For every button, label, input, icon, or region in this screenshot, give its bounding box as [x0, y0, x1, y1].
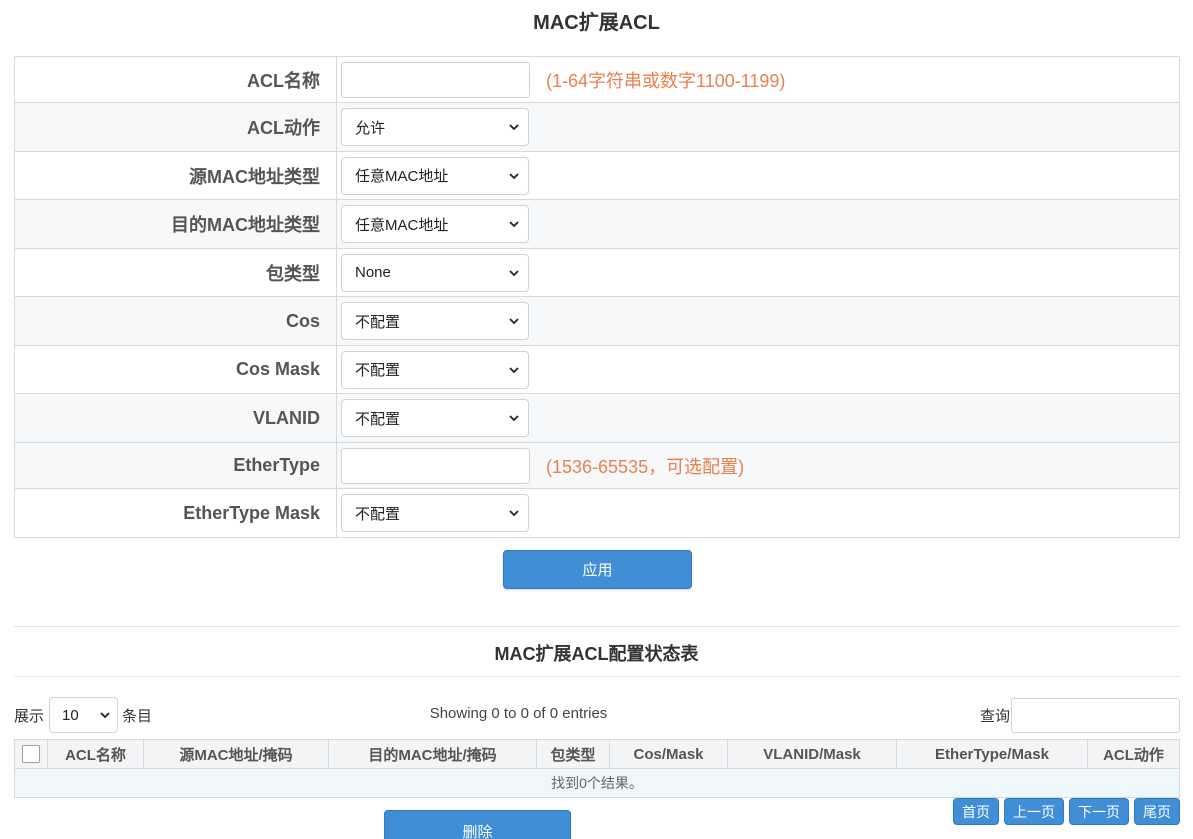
select-all-checkbox[interactable]	[22, 745, 40, 764]
cos-value: 不配置	[355, 313, 401, 331]
col-ethertype-mask[interactable]: EtherType/Mask	[896, 739, 1088, 769]
dst-mac-type-select[interactable]: 任意MAC地址	[341, 205, 529, 243]
row-src-mac-type: 源MAC地址类型 任意MAC地址	[14, 151, 1180, 200]
row-acl-name: ACL名称 (1-64字符串或数字1100-1199)	[14, 56, 1180, 103]
row-cos: Cos 不配置	[14, 296, 1180, 346]
cos-mask-value: 不配置	[355, 362, 401, 379]
ethertype-label: EtherType	[14, 442, 337, 489]
vlanid-value: 不配置	[355, 410, 401, 428]
acl-name-input[interactable]	[341, 61, 530, 98]
chevron-down-icon	[509, 124, 519, 131]
cos-label: Cos	[14, 296, 337, 346]
ethertype-mask-label: EtherType Mask	[14, 488, 337, 538]
col-acl-action[interactable]: ACL动作	[1087, 739, 1180, 769]
chevron-down-icon	[509, 366, 519, 373]
acl-status-table: ACL名称 源MAC地址/掩码 目的MAC地址/掩码 包类型 Cos/Mask …	[14, 739, 1180, 798]
ethertype-mask-value: 不配置	[355, 505, 401, 523]
row-dst-mac-type: 目的MAC地址类型 任意MAC地址	[14, 199, 1180, 249]
title-divider	[14, 676, 1180, 677]
search-label: 查询	[980, 708, 1011, 725]
chevron-down-icon	[509, 415, 519, 422]
ethertype-mask-select[interactable]: 不配置	[341, 494, 529, 532]
col-vlanid-mask[interactable]: VLANID/Mask	[727, 739, 897, 769]
first-page-button[interactable]: 首页	[953, 798, 999, 825]
status-table-title: MAC扩展ACL配置状态表	[494, 644, 699, 664]
col-packet-type[interactable]: 包类型	[536, 739, 610, 769]
pagination: 首页 上一页 下一页 尾页	[953, 798, 1180, 825]
cos-mask-label: Cos Mask	[14, 345, 337, 394]
packet-type-select[interactable]: None	[341, 253, 529, 292]
form-title: MAC扩展ACL	[533, 12, 660, 34]
src-mac-type-value: 任意MAC地址	[355, 168, 449, 185]
chevron-down-icon	[509, 269, 519, 276]
acl-action-value: 允许	[355, 119, 386, 137]
table-row: 找到0个结果。	[14, 768, 1180, 798]
packet-type-label: 包类型	[14, 248, 337, 297]
last-page-button[interactable]: 尾页	[1134, 798, 1180, 825]
acl-name-label: ACL名称	[14, 56, 337, 103]
chevron-down-icon	[509, 510, 519, 517]
section-divider	[14, 626, 1180, 627]
row-acl-action: ACL动作 允许	[14, 102, 1180, 152]
chevron-down-icon	[509, 318, 519, 325]
col-src-mac[interactable]: 源MAC地址/掩码	[143, 739, 329, 769]
chevron-down-icon	[509, 221, 519, 228]
acl-name-hint: (1-64字符串或数字1100-1199)	[546, 70, 786, 91]
apply-button[interactable]: 应用	[503, 550, 692, 589]
ethertype-input[interactable]	[341, 447, 530, 484]
vlanid-label: VLANID	[14, 393, 337, 443]
cos-mask-select[interactable]: 不配置	[341, 350, 529, 389]
packet-type-value: None	[355, 264, 391, 281]
row-cos-mask: Cos Mask 不配置	[14, 345, 1180, 394]
empty-message: 找到0个结果。	[14, 768, 1180, 798]
ethertype-hint: (1536-65535，可选配置)	[546, 456, 745, 477]
cos-select[interactable]: 不配置	[341, 302, 529, 340]
col-acl-name[interactable]: ACL名称	[47, 739, 144, 769]
delete-button[interactable]: 删除	[384, 810, 571, 839]
acl-config-form: ACL名称 (1-64字符串或数字1100-1199) ACL动作 允许 源MA…	[14, 56, 1180, 538]
row-vlanid: VLANID 不配置	[14, 393, 1180, 443]
src-mac-type-select[interactable]: 任意MAC地址	[341, 156, 529, 195]
acl-action-select[interactable]: 允许	[341, 108, 529, 146]
table-header-row: ACL名称 源MAC地址/掩码 目的MAC地址/掩码 包类型 Cos/Mask …	[14, 739, 1180, 769]
row-packet-type: 包类型 None	[14, 248, 1180, 297]
vlanid-select[interactable]: 不配置	[341, 399, 529, 437]
src-mac-type-label: 源MAC地址类型	[14, 151, 337, 200]
entries-info: Showing 0 to 0 of 0 entries	[429, 705, 608, 722]
search-input[interactable]	[1011, 698, 1180, 733]
row-ethertype-mask: EtherType Mask 不配置	[14, 488, 1180, 538]
select-all-header	[14, 739, 48, 769]
dst-mac-type-label: 目的MAC地址类型	[14, 199, 337, 249]
next-page-button[interactable]: 下一页	[1069, 798, 1129, 825]
row-ethertype: EtherType (1536-65535，可选配置)	[14, 442, 1180, 489]
acl-action-label: ACL动作	[14, 102, 337, 152]
mac-extended-acl-page: MAC扩展ACL ACL名称 (1-64字符串或数字1100-1199) ACL…	[0, 0, 1193, 839]
chevron-down-icon	[509, 172, 519, 179]
dst-mac-type-value: 任意MAC地址	[355, 216, 449, 234]
col-cos-mask[interactable]: Cos/Mask	[609, 739, 728, 769]
prev-page-button[interactable]: 上一页	[1004, 798, 1064, 825]
col-dst-mac[interactable]: 目的MAC地址/掩码	[328, 739, 537, 769]
